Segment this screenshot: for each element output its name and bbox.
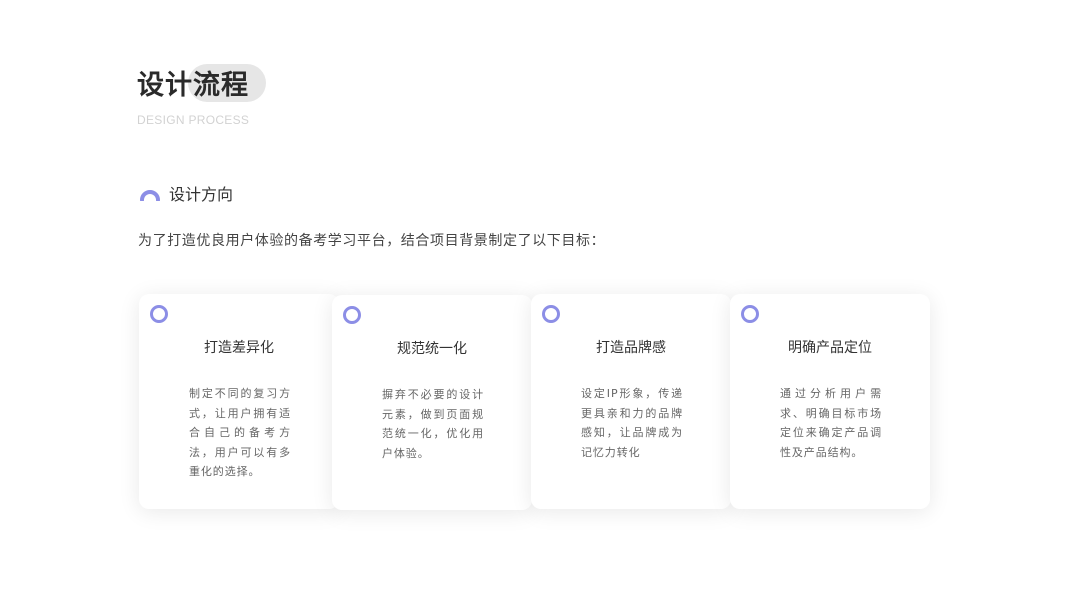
card-title: 打造品牌感 [596, 340, 666, 356]
card-title: 打造差异化 [204, 340, 274, 356]
card-description: 摒弃不必要的设计元素，做到页面规范统一化，优化用户体验。 [382, 388, 484, 460]
ring-icon [343, 306, 361, 324]
card-description: 设定IP形象，传递更具亲和力的品牌感知，让品牌成为记忆力转化 [581, 387, 683, 459]
ring-icon [542, 305, 560, 323]
page-subtitle: DESIGN PROCESS [137, 113, 250, 127]
card-title: 规范统一化 [397, 341, 467, 357]
card-description: 制定不同的复习方式，让用户拥有适合自己的备考方法，用户可以有多重化的选择。 [189, 387, 291, 478]
arc-icon [140, 190, 160, 201]
goal-card-differentiation: 打造差异化 制定不同的复习方式，让用户拥有适合自己的备考方法，用户可以有多重化的… [139, 294, 339, 509]
goal-card-positioning: 明确产品定位 通过分析用户需求、明确目标市场定位来确定产品调性及产品结构。 [730, 294, 930, 509]
ring-icon [741, 305, 759, 323]
goal-card-standardization: 规范统一化 摒弃不必要的设计元素，做到页面规范统一化，优化用户体验。 [332, 295, 532, 510]
section-title: 设计方向 [169, 185, 234, 204]
card-title: 明确产品定位 [788, 340, 872, 356]
goal-card-branding: 打造品牌感 设定IP形象，传递更具亲和力的品牌感知，让品牌成为记忆力转化 [531, 294, 731, 509]
slide: 设计流程 DESIGN PROCESS 设计方向 为了打造优良用户体验的备考学习… [0, 0, 1067, 600]
ring-icon [150, 305, 168, 323]
section-intro: 为了打造优良用户体验的备考学习平台，结合项目背景制定了以下目标： [138, 233, 606, 249]
card-description: 通过分析用户需求、明确目标市场定位来确定产品调性及产品结构。 [780, 387, 882, 459]
page-title: 设计流程 [137, 70, 249, 101]
